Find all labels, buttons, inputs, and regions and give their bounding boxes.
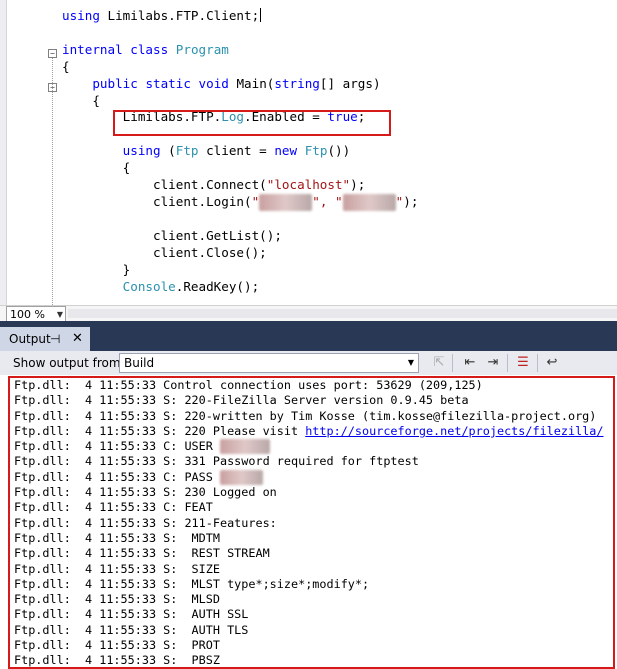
chevron-down-icon: ▼ bbox=[407, 358, 414, 367]
static-keyword: static bbox=[145, 75, 191, 91]
login-quote-1: " bbox=[251, 193, 260, 209]
login-end: ); bbox=[403, 193, 419, 209]
log-line: Ftp.dll: 4 11:55:33 S: MLSD bbox=[14, 592, 220, 607]
using-paren: ( bbox=[160, 143, 176, 159]
log-line: Ftp.dll: 4 11:55:33 S: PROT bbox=[14, 638, 220, 653]
output-source-value: Build bbox=[124, 356, 155, 370]
previous-message-icon[interactable]: ⇤ bbox=[461, 354, 479, 372]
main-signature-end: [] args) bbox=[319, 75, 381, 91]
collapse-class-icon[interactable]: − bbox=[48, 49, 57, 58]
main-signature-start: Main( bbox=[236, 75, 275, 91]
chevron-down-icon: ▼ bbox=[56, 310, 63, 319]
output-tab-label: Output bbox=[9, 332, 51, 346]
connect-call: client.Connect( bbox=[153, 177, 267, 193]
log-line: Ftp.dll: 4 11:55:33 S: 220-written by Ti… bbox=[14, 408, 597, 423]
toolbar-separator bbox=[507, 354, 508, 372]
using-keyword: using bbox=[62, 8, 100, 23]
toolbar-separator bbox=[452, 354, 453, 372]
log-line: Ftp.dll: 4 11:55:33 S: 220-FileZilla Ser… bbox=[14, 393, 469, 408]
new-keyword: new bbox=[274, 143, 298, 159]
log-line: Ftp.dll: 4 11:55:33 S: SIZE bbox=[14, 561, 220, 576]
readkey-call: .ReadKey(); bbox=[175, 278, 260, 294]
console-type: Console bbox=[122, 278, 176, 294]
word-wrap-icon[interactable]: ↩ bbox=[543, 354, 561, 372]
zoom-value: 100 % bbox=[10, 308, 45, 321]
log-line: Ftp.dll: 4 11:55:33 S: PBSZ bbox=[14, 653, 220, 668]
highlight-log-enabled bbox=[113, 110, 391, 136]
pin-icon[interactable]: ⊣ bbox=[50, 327, 60, 351]
close-icon[interactable]: ✕ bbox=[72, 327, 83, 351]
go-to-location-icon[interactable]: ⇱ bbox=[430, 354, 448, 372]
toolbar-separator bbox=[537, 354, 538, 372]
log-line: Ftp.dll: 4 11:55:33 S: MDTM bbox=[14, 530, 220, 545]
editor-status-bar: 100 % ▼ bbox=[0, 305, 617, 323]
log-line: Ftp.dll: 4 11:55:33 S: MLST type*;size*;… bbox=[14, 576, 370, 591]
ftp-type: Ftp bbox=[175, 143, 199, 159]
getlist-call: client.GetList(); bbox=[153, 227, 282, 243]
tab-output[interactable]: Output ⊣ ✕ bbox=[0, 327, 90, 351]
output-window[interactable]: Ftp.dll: 4 11:55:33 Control connection u… bbox=[0, 375, 617, 669]
void-keyword: void bbox=[198, 75, 229, 91]
log-line: Ftp.dll: 4 11:55:33 S: AUTH SSL bbox=[14, 607, 249, 622]
redacted-user: xxxxxxx bbox=[219, 439, 270, 455]
close-call: client.Close(); bbox=[153, 244, 267, 260]
redacted-username: xxxxxxx bbox=[259, 193, 313, 211]
using-namespace: Limilabs.FTP.Client; bbox=[107, 8, 260, 23]
internal-keyword: internal bbox=[62, 41, 123, 57]
log-line: Ftp.dll: 4 11:55:33 S: 230 Logged on bbox=[14, 485, 277, 500]
using-close: ()) bbox=[327, 143, 351, 159]
code-text[interactable]: using Limilabs.FTP.Client; internal clas… bbox=[62, 8, 418, 295]
ftp-type-2: Ftp bbox=[304, 143, 328, 159]
horizontal-scrollbar[interactable] bbox=[68, 309, 617, 318]
next-message-icon[interactable]: ⇥ bbox=[484, 354, 502, 372]
log-line: Ftp.dll: 4 11:55:33 S: 211-Features: bbox=[14, 515, 277, 530]
log-line: Ftp.dll: 4 11:55:33 S: 220 Please visit bbox=[14, 423, 306, 438]
editor-gutter bbox=[7, 0, 45, 305]
show-output-label: Show output from: bbox=[13, 356, 125, 370]
redacted-pass: xxxxxx bbox=[219, 469, 263, 486]
redacted-password: xxxxxxx bbox=[342, 193, 396, 211]
outline-guide bbox=[52, 58, 53, 305]
clear-all-icon[interactable]: ☰ bbox=[514, 354, 532, 372]
login-quote-2: ", " bbox=[312, 193, 343, 209]
class-keyword: class bbox=[130, 41, 169, 57]
class-name: Program bbox=[175, 41, 229, 57]
log-line: Ftp.dll: 4 11:55:33 S: REST STREAM bbox=[14, 546, 270, 561]
output-source-select[interactable]: Build ▼ bbox=[119, 353, 419, 373]
text-caret bbox=[260, 8, 262, 22]
log-line: Ftp.dll: 4 11:55:33 C: FEAT bbox=[14, 500, 213, 515]
code-editor[interactable]: − − using Limilabs.FTP.Client; internal … bbox=[0, 0, 617, 305]
output-toolbar: Show output from: Build ▼ ⇱ ⇤ ⇥ ☰ ↩ bbox=[0, 351, 617, 375]
filezilla-link[interactable]: http://sourceforge.net/projects/filezill… bbox=[305, 424, 603, 438]
log-line: Ftp.dll: 4 11:55:33 C: PASS bbox=[14, 469, 220, 484]
log-line: Ftp.dll: 4 11:55:33 C: USER bbox=[14, 439, 220, 454]
public-keyword: public bbox=[92, 75, 138, 91]
output-panel-header: Output ⊣ ✕ bbox=[0, 321, 617, 351]
using-client-decl: client = bbox=[198, 143, 275, 159]
login-call: client.Login( bbox=[153, 193, 252, 209]
string-keyword: string bbox=[274, 75, 320, 91]
using-keyword-2: using bbox=[122, 143, 161, 159]
connect-host-string: "localhost" bbox=[266, 177, 351, 193]
output-log[interactable]: Ftp.dll: 4 11:55:33 Control connection u… bbox=[14, 378, 604, 669]
connect-end: ); bbox=[350, 177, 366, 193]
log-line: Ftp.dll: 4 11:55:33 S: AUTH TLS bbox=[14, 622, 249, 637]
editor-margin bbox=[0, 0, 7, 305]
log-line: Ftp.dll: 4 11:55:33 S: 331 Password requ… bbox=[14, 454, 419, 469]
log-line: Ftp.dll: 4 11:55:33 Control connection u… bbox=[14, 378, 483, 392]
